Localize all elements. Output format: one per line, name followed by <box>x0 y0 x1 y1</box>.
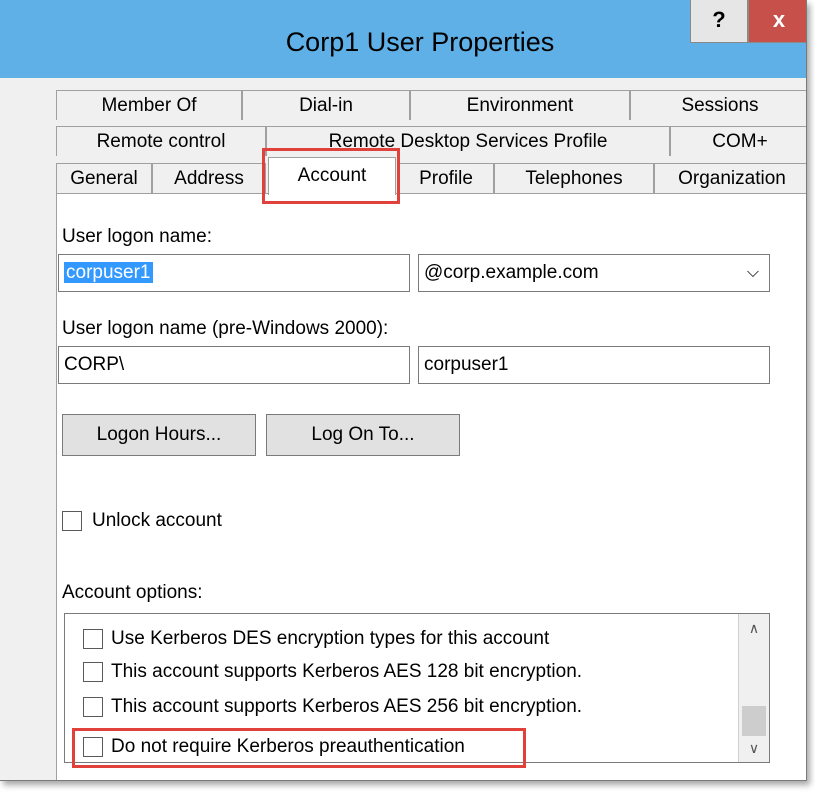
close-button[interactable]: x <box>748 0 806 43</box>
option-label: This account supports Kerberos AES 128 b… <box>111 661 583 682</box>
account-options-label: Account options: <box>62 582 203 603</box>
prewin-logon-name-label: User logon name (pre-Windows 2000): <box>62 318 389 339</box>
tab-dial-in[interactable]: Dial-in <box>242 90 410 120</box>
window-title: Corp1 User Properties <box>285 27 555 57</box>
option-label: This account supports Kerberos AES 256 b… <box>111 696 583 717</box>
tab-organization[interactable]: Organization <box>654 163 806 193</box>
tab-sessions[interactable]: Sessions <box>630 90 806 120</box>
tab-member-of[interactable]: Member Of <box>56 90 242 120</box>
scroll-thumb[interactable] <box>742 706 766 736</box>
unlock-account-label: Unlock account <box>92 510 222 531</box>
prewin-user-value: corpuser1 <box>424 354 509 375</box>
logon-name-label: User logon name: <box>62 226 212 247</box>
prewin-user-input[interactable]: corpuser1 <box>418 346 770 384</box>
option-checkbox[interactable] <box>83 737 103 757</box>
option-checkbox[interactable] <box>83 697 103 717</box>
option-checkbox[interactable] <box>83 629 103 649</box>
option-label: Use Kerberos DES encryption types for th… <box>111 628 550 649</box>
account-options-list[interactable]: Use Kerberos DES encryption types for th… <box>64 613 770 763</box>
scroll-up-arrow-icon[interactable]: ∧ <box>739 614 769 642</box>
option-label: Do not require Kerberos preauthenticatio… <box>111 736 465 757</box>
prewin-domain-value: CORP\ <box>64 354 125 375</box>
tab-telephones[interactable]: Telephones <box>494 163 654 193</box>
logon-hours-button[interactable]: Logon Hours... <box>62 414 256 456</box>
tab-general[interactable]: General <box>56 163 152 193</box>
help-button[interactable]: ? <box>690 0 748 43</box>
tab-environment[interactable]: Environment <box>410 90 630 120</box>
chevron-down-icon: ⌵ <box>746 264 759 281</box>
tab-remote-control[interactable]: Remote control <box>56 126 266 156</box>
option-checkbox[interactable] <box>83 662 103 682</box>
list-scrollbar[interactable]: ∧ ∨ <box>738 614 769 762</box>
domain-suffix-value: @corp.example.com <box>424 262 599 283</box>
dialog-window: Corp1 User Properties ? x Member Of Dial… <box>0 0 807 781</box>
domain-suffix-select[interactable]: @corp.example.com ⌵ <box>418 254 770 292</box>
tab-remote-desktop-services-profile[interactable]: Remote Desktop Services Profile <box>266 126 670 156</box>
logon-name-input[interactable]: corpuser1 <box>58 254 410 292</box>
prewin-domain-field: CORP\ <box>58 346 410 384</box>
tab-address[interactable]: Address <box>152 163 266 193</box>
logon-name-value: corpuser1 <box>64 262 153 283</box>
tab-profile[interactable]: Profile <box>398 163 494 193</box>
title-bar: Corp1 User Properties ? x <box>0 0 806 78</box>
scroll-down-arrow-icon[interactable]: ∨ <box>739 734 769 762</box>
unlock-account-checkbox[interactable] <box>62 511 82 531</box>
tab-account[interactable]: Account <box>268 157 396 195</box>
log-on-to-button[interactable]: Log On To... <box>266 414 460 456</box>
tab-com-plus[interactable]: COM+ <box>670 126 806 156</box>
